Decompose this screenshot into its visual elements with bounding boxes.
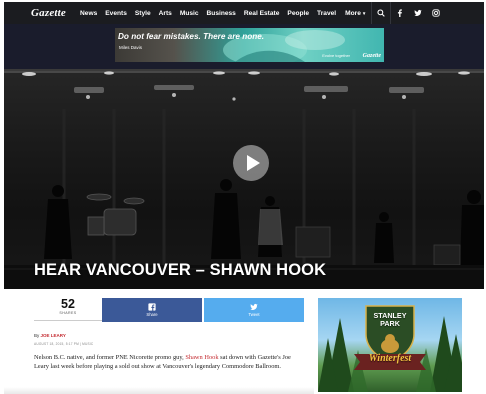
twitter-share-label: Tweet — [248, 312, 260, 317]
sidebar-ad-title: STANLEY PARK — [373, 311, 407, 328]
nav-item-business[interactable]: Business — [203, 10, 240, 17]
twitter-share-button[interactable]: Tweet — [204, 298, 304, 322]
instagram-icon[interactable] — [427, 2, 445, 24]
site-logo[interactable]: Gazette — [4, 7, 76, 19]
hero-video[interactable]: HEAR VANCOUVER – SHAWN HOOK — [4, 69, 484, 289]
sidebar-ad[interactable]: STANLEY PARK Winterfest — [318, 298, 462, 392]
author-link[interactable]: JOE LEARY — [41, 333, 66, 338]
nav-item-events[interactable]: Events — [101, 10, 131, 17]
article-date-meta: AUGUST 18, 2015, 5:17 PM | MUSIC — [34, 342, 94, 346]
artist-link[interactable]: Shawn Hook — [185, 354, 218, 361]
nav-item-style[interactable]: Style — [131, 10, 155, 17]
nav-item-music[interactable]: Music — [176, 10, 203, 17]
article-text-start: Nelson B.C. native, and former PNE Nicor… — [34, 354, 186, 361]
nav-item-people[interactable]: People — [283, 10, 313, 17]
nav-more-label: More — [345, 9, 361, 17]
share-counter: 52 SHARES — [52, 297, 84, 316]
scroll-fade — [4, 387, 314, 394]
top-nav: Gazette News Events Style Arts Music Bus… — [4, 2, 484, 24]
banner-ad-tagline: Evolve together — [322, 53, 350, 58]
banner-ad-brand: Gazette — [362, 53, 381, 59]
nav-item-travel[interactable]: Travel — [313, 10, 340, 17]
share-divider — [34, 320, 102, 321]
banner-ad[interactable]: Do not fear mistakes. There are none. Mi… — [115, 28, 384, 62]
facebook-icon[interactable] — [391, 2, 409, 24]
nav-more-menu[interactable]: More ▼ — [340, 10, 371, 17]
facebook-icon — [148, 303, 156, 311]
play-button[interactable] — [233, 145, 269, 181]
nav-item-arts[interactable]: Arts — [155, 10, 176, 17]
sidebar-ad-wordmark: Winterfest — [368, 353, 412, 364]
facebook-share-button[interactable]: Share — [102, 298, 202, 322]
banner-ad-attribution: Miles Davis — [119, 45, 143, 50]
share-count: 52 — [61, 297, 75, 311]
nav-item-real-estate[interactable]: Real Estate — [240, 10, 284, 17]
share-count-label: SHARES — [59, 311, 77, 315]
chevron-down-icon: ▼ — [361, 10, 367, 16]
twitter-icon — [250, 303, 258, 310]
byline: By JOE LEARY — [34, 333, 66, 338]
play-icon — [246, 155, 260, 171]
twitter-icon[interactable] — [409, 2, 427, 24]
search-icon[interactable] — [372, 2, 390, 24]
article-body: Nelson B.C. native, and former PNE Nicor… — [34, 353, 304, 371]
byline-prefix: By — [34, 333, 40, 338]
nav-item-news[interactable]: News — [76, 10, 101, 17]
leaderboard-ad-area: Do not fear mistakes. There are none. Mi… — [4, 24, 484, 69]
article-title: HEAR VANCOUVER – SHAWN HOOK — [34, 261, 327, 279]
banner-ad-headline: Do not fear mistakes. There are none. — [118, 32, 265, 41]
facebook-share-label: Share — [146, 312, 158, 317]
